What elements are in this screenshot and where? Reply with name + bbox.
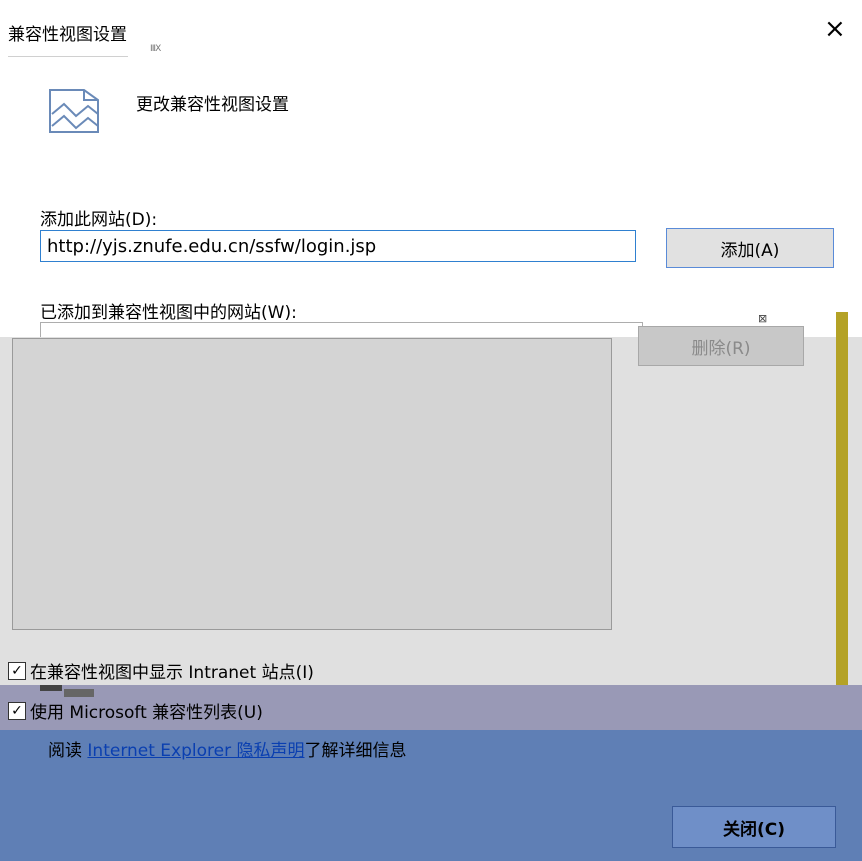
ms-list-checkbox[interactable]: ✓	[8, 701, 26, 720]
add-button[interactable]: 添加(A)	[666, 228, 834, 268]
add-site-input[interactable]	[40, 230, 636, 262]
glitch-block	[40, 685, 110, 699]
close-icon[interactable]: ×	[824, 16, 846, 42]
remove-button[interactable]: 删除(R)	[638, 326, 804, 366]
privacy-prefix: 阅读	[48, 741, 82, 761]
overlay-olive-strip	[836, 312, 848, 730]
site-list[interactable]	[12, 338, 612, 630]
title-underline	[8, 56, 128, 57]
header-text: 更改兼容性视图设置	[136, 95, 289, 115]
dialog-title: 兼容性视图设置	[8, 25, 127, 45]
compat-view-icon	[48, 86, 100, 134]
ms-list-option[interactable]: ✓ 使用 Microsoft 兼容性列表(U)	[8, 698, 263, 723]
privacy-suffix: 了解详细信息	[304, 741, 407, 761]
checkmark-icon: ✓	[11, 662, 23, 679]
privacy-link[interactable]: Internet Explorer 隐私声明	[87, 741, 304, 761]
intranet-label: 在兼容性视图中显示 Intranet 站点(I)	[30, 663, 314, 683]
checkmark-icon: ✓	[11, 702, 23, 719]
privacy-text: 阅读 Internet Explorer 隐私声明了解详细信息	[48, 736, 407, 761]
glitch-mark: ⊠	[758, 312, 768, 325]
site-list-label: 已添加到兼容性视图中的网站(W):	[40, 303, 297, 323]
close-button[interactable]: 关闭(C)	[672, 806, 836, 848]
add-site-label: 添加此网站(D):	[40, 210, 158, 230]
intranet-option[interactable]: ✓ 在兼容性视图中显示 Intranet 站点(I)	[8, 658, 314, 683]
glitch-text: ⅡIX	[150, 44, 161, 54]
site-list-top-edge	[40, 322, 643, 338]
ms-list-label: 使用 Microsoft 兼容性列表(U)	[30, 703, 263, 723]
intranet-checkbox[interactable]: ✓	[8, 661, 26, 680]
